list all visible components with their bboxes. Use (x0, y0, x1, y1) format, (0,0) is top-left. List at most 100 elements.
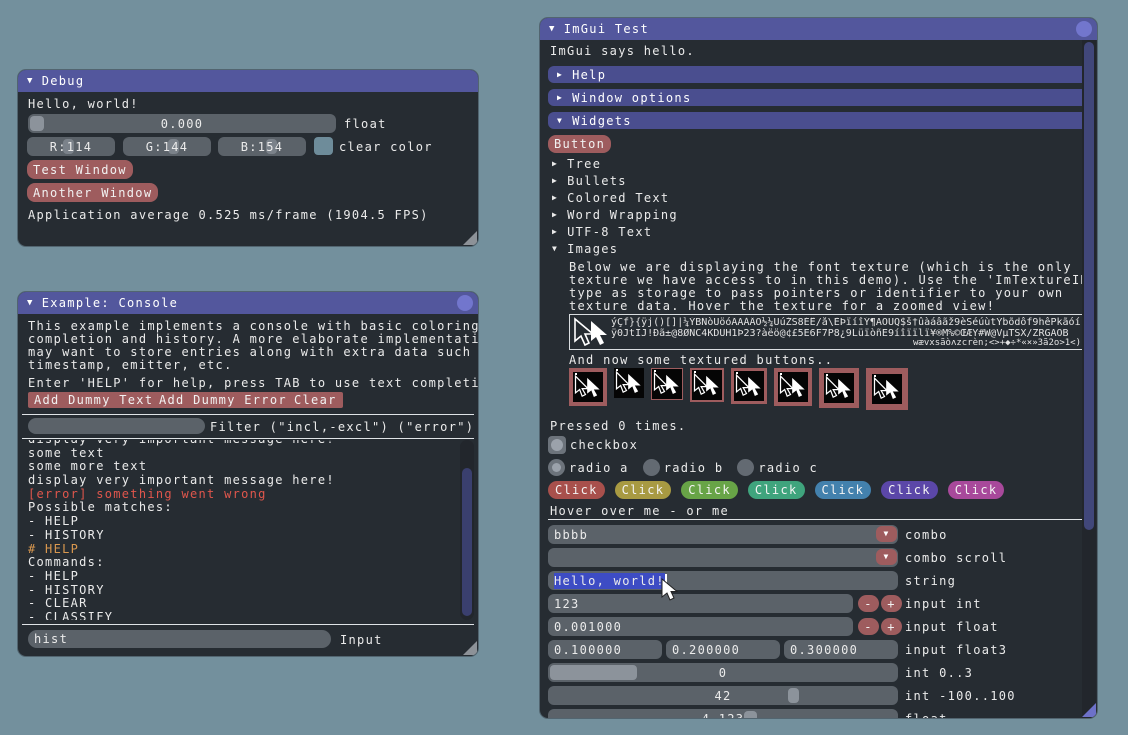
decrement-button[interactable]: - (858, 595, 879, 612)
cursor-texture-icon (573, 317, 609, 347)
log-line: - HELP (28, 570, 460, 584)
add-dummy-text-button[interactable]: Add Dummy Text (28, 392, 159, 408)
test-titlebar[interactable]: ▼ ImGui Test (540, 18, 1097, 40)
resize-grip[interactable] (463, 231, 477, 245)
console-intro-line: This example implements a console with b… (28, 319, 478, 333)
combo-arrow-button[interactable]: ▼ (876, 549, 897, 565)
debug-window: ▼ Debug Hello, world! 0.000 float R:114 … (18, 70, 478, 246)
images-text-line: texture we have access to in this demo).… (569, 273, 1097, 287)
test-window-scrollbar-thumb[interactable] (1084, 42, 1094, 530)
image-button[interactable] (866, 368, 908, 410)
header-widgets[interactable]: ▼ Widgets (548, 112, 1089, 129)
click-button-magenta[interactable]: Click (948, 481, 1005, 499)
string-input-value: Hello, world! (554, 573, 665, 589)
image-button[interactable] (774, 368, 812, 406)
click-button-teal[interactable]: Click (748, 481, 805, 499)
tree-node-word-wrapping[interactable]: ▶ Word Wrapping (552, 208, 678, 222)
drag-red[interactable]: R:114 (27, 137, 115, 156)
test-window-button[interactable]: Test Window (27, 160, 133, 179)
log-line: some more text (28, 460, 460, 474)
combo-arrow-button[interactable]: ▼ (876, 526, 897, 542)
clear-button[interactable]: Clear (288, 392, 343, 408)
hover-text[interactable]: Hover over me - or me (550, 504, 729, 518)
increment-button[interactable]: + (881, 618, 902, 635)
add-dummy-error-button[interactable]: Add Dummy Error (153, 392, 293, 408)
font-texture-glyphs: ýÇf}{ÿj()[]|¼ÝBÑòÛöóÃAÀÂÖ½¼ÙúŽŠ8ÉÊ/å\ÈÞï… (611, 317, 1081, 348)
click-button-green[interactable]: Click (681, 481, 738, 499)
images-text-line: texture data. Hover the texture for a zo… (569, 299, 995, 313)
window-title: Debug (42, 74, 85, 88)
resize-grip[interactable] (463, 641, 477, 655)
console-titlebar[interactable]: ▼ Example: Console (18, 292, 478, 314)
collapse-icon[interactable]: ▼ (27, 77, 34, 86)
close-icon[interactable] (457, 295, 473, 311)
input-float3-x[interactable]: 0.100000 (548, 640, 662, 659)
header-help[interactable]: ▶ Help (548, 66, 1089, 83)
input-float3-y[interactable]: 0.200000 (666, 640, 780, 659)
image-button[interactable] (819, 368, 859, 408)
radio-a[interactable] (548, 459, 565, 476)
click-button-purple[interactable]: Click (881, 481, 938, 499)
checkbox-label: checkbox (570, 438, 638, 452)
checkbox[interactable] (548, 436, 566, 454)
debug-titlebar[interactable]: ▼ Debug (18, 70, 478, 92)
radio-b[interactable] (643, 459, 660, 476)
image-button[interactable] (690, 368, 724, 402)
arrow-right-icon: ▶ (552, 177, 558, 185)
test-window-scrollbar[interactable] (1082, 40, 1096, 718)
slider-float-label: float (905, 712, 948, 718)
collapse-icon[interactable]: ▼ (549, 25, 556, 34)
resize-grip[interactable] (1082, 703, 1096, 717)
header-window-options[interactable]: ▶ Window options (548, 89, 1089, 106)
input-int[interactable]: 123 (548, 594, 853, 613)
tree-node-colored-text[interactable]: ▶ Colored Text (552, 191, 669, 205)
slider-int-100-100[interactable]: 42 (548, 686, 898, 705)
click-button-blue[interactable]: Click (815, 481, 872, 499)
input-float[interactable]: 0.001000 (548, 617, 853, 636)
radio-c[interactable] (737, 459, 754, 476)
console-input-value: hist (34, 632, 68, 646)
slider-float[interactable]: 4.123 (548, 709, 898, 718)
console-scrollbar[interactable] (460, 440, 474, 620)
button-widget[interactable]: Button (548, 135, 611, 153)
console-input[interactable]: hist (28, 630, 331, 648)
image-button[interactable] (614, 368, 644, 398)
combo-scroll[interactable]: ▼ (548, 548, 898, 567)
click-button-yellow[interactable]: Click (615, 481, 672, 499)
string-label: string (905, 574, 956, 588)
font-texture-image[interactable]: ýÇf}{ÿj()[]|¼ÝBÑòÛöóÃAÀÂÖ½¼ÙúŽŠ8ÉÊ/å\ÈÞï… (569, 314, 1085, 350)
string-input[interactable]: Hello, world! (548, 571, 898, 590)
console-log[interactable]: display very important message here! som… (28, 440, 460, 620)
drag-green[interactable]: G:144 (123, 137, 211, 156)
input-float3-z[interactable]: 0.300000 (784, 640, 898, 659)
clear-color-label: clear color (339, 140, 433, 154)
close-icon[interactable] (1076, 21, 1092, 37)
filter-input[interactable] (28, 418, 205, 434)
float-slider[interactable]: 0.000 (28, 114, 336, 133)
tree-node-utf8[interactable]: ▶ UTF-8 Text (552, 225, 652, 239)
checkbox-row: checkbox (548, 436, 638, 454)
image-button[interactable] (651, 368, 683, 400)
arrow-right-icon: ▶ (557, 71, 563, 79)
clear-color-swatch[interactable] (314, 137, 333, 155)
another-window-button[interactable]: Another Window (27, 183, 158, 202)
drag-blue[interactable]: B:154 (218, 137, 306, 156)
combo[interactable]: bbbb ▼ (548, 525, 898, 544)
increment-button[interactable]: + (881, 595, 902, 612)
tree-node-bullets[interactable]: ▶ Bullets (552, 174, 627, 188)
tree-node-tree[interactable]: ▶ Tree (552, 157, 601, 171)
console-scrollbar-thumb[interactable] (462, 468, 472, 616)
separator (22, 414, 474, 415)
click-button-red[interactable]: Click (548, 481, 605, 499)
slider-int-0-3[interactable]: 0 (548, 663, 898, 682)
radio-b-label: radio b (664, 461, 724, 475)
images-text-line: Below we are displaying the font texture… (569, 260, 1072, 274)
image-button[interactable] (731, 368, 767, 404)
decrement-button[interactable]: - (858, 618, 879, 635)
mouse-cursor (660, 578, 682, 602)
image-button[interactable] (569, 368, 607, 406)
tree-node-images[interactable]: ▼ Images (552, 242, 618, 256)
console-intro-line: completion and history. A more elaborate… (28, 332, 478, 346)
textured-buttons-text: And now some textured buttons.. (569, 353, 833, 367)
collapse-icon[interactable]: ▼ (27, 299, 34, 308)
